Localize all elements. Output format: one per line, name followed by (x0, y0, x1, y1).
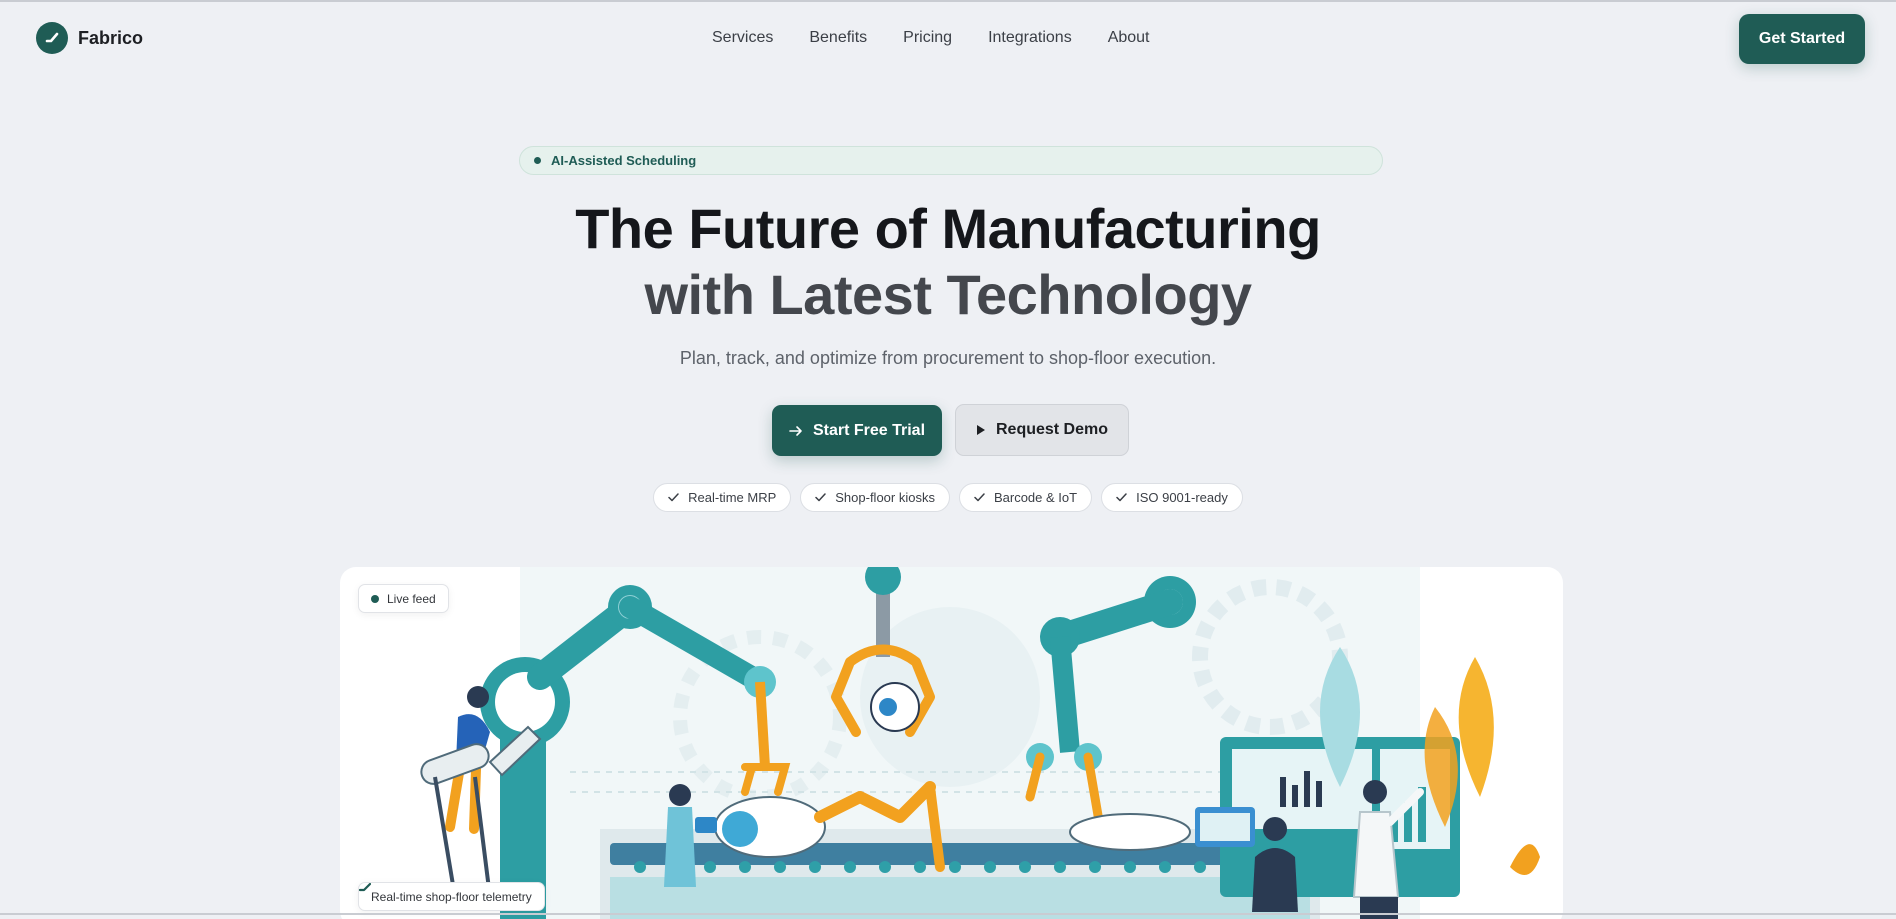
site-header: Fabrico Services Benefits Pricing Integr… (0, 2, 1896, 76)
check-icon (974, 493, 985, 502)
main-nav: Services Benefits Pricing Integrations A… (712, 29, 1150, 47)
feature-pill-label: Barcode & IoT (993, 490, 1078, 505)
telemetry-label: Real-time shop-floor telemetry (371, 889, 532, 904)
feature-pills: Real-time MRP Shop-floor kiosks Barcode … (0, 483, 1896, 512)
brand-logo-icon (36, 22, 68, 54)
request-demo-label: Request Demo (995, 421, 1109, 438)
feature-pill-label: Shop-floor kiosks (835, 490, 935, 505)
brand-mark-icon (359, 883, 371, 892)
request-demo-button[interactable]: Request Demo (955, 404, 1129, 456)
ai-scheduling-badge: AI-Assisted Scheduling (519, 146, 1383, 175)
brand-name: Fabrico (78, 27, 144, 48)
feature-pill: Real-time MRP (653, 483, 792, 512)
hero-title-line2: with Latest Technology (644, 263, 1252, 326)
hero-subtitle: Plan, track, and optimize from procureme… (679, 348, 1217, 368)
telemetry-chip: Real-time shop-floor telemetry (358, 882, 545, 911)
nav-item-integrations[interactable]: Integrations (988, 29, 1072, 47)
live-feed-label: Live feed (387, 591, 436, 606)
factory-robots-illustration (420, 567, 1540, 919)
start-free-trial-label: Start Free Trial (812, 421, 926, 439)
hero-title-line1: The Future of Manufacturing (575, 197, 1321, 260)
hero-illustration-card: Live feed Real-time shop-floor telemetry (340, 567, 1563, 919)
feature-pill-label: ISO 9001-ready (1136, 490, 1228, 505)
badge-label: AI-Assisted Scheduling (551, 153, 697, 168)
play-icon (976, 425, 985, 435)
nav-item-services[interactable]: Services (712, 29, 773, 47)
nav-item-pricing[interactable]: Pricing (903, 29, 952, 47)
feature-pill: ISO 9001-ready (1101, 483, 1243, 512)
live-feed-chip: Live feed (358, 584, 449, 613)
badge-dot-icon (534, 157, 541, 164)
check-icon (815, 493, 826, 502)
check-icon (1116, 493, 1127, 502)
feature-pill: Shop-floor kiosks (800, 483, 950, 512)
bottom-border (0, 913, 1896, 915)
live-dot-icon (371, 594, 379, 603)
check-icon (668, 493, 679, 502)
brand[interactable]: Fabrico (36, 22, 143, 54)
nav-item-benefits[interactable]: Benefits (809, 29, 867, 47)
feature-pill: Barcode & IoT (958, 483, 1093, 512)
nav-item-about[interactable]: About (1108, 29, 1150, 47)
get-started-button[interactable]: Get Started (1739, 14, 1865, 64)
feature-pill-label: Real-time MRP (688, 490, 777, 505)
arrow-right-icon (789, 425, 802, 436)
start-free-trial-button[interactable]: Start Free Trial (772, 405, 942, 456)
